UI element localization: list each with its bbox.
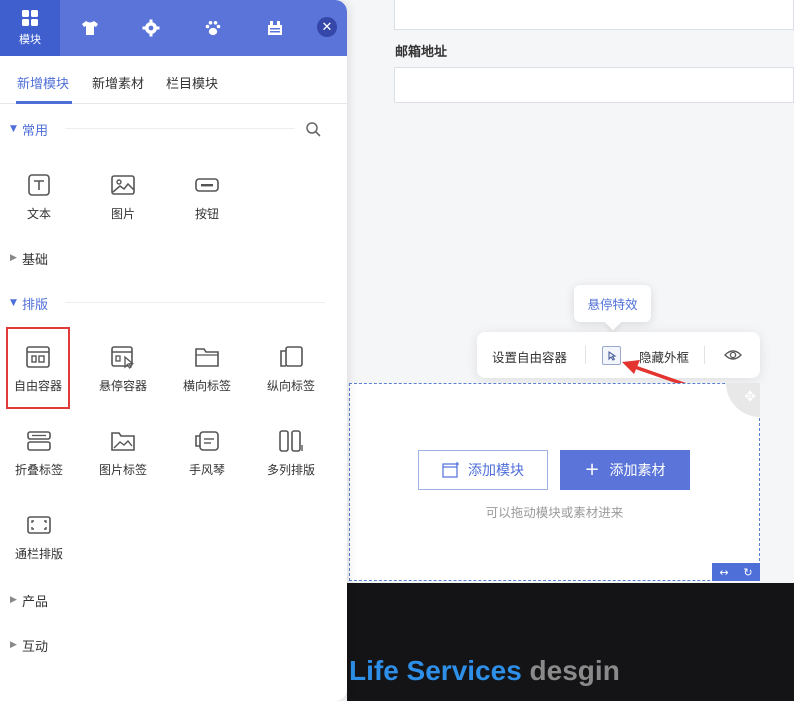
tab-modules[interactable]: 模块 xyxy=(0,0,60,56)
close-icon[interactable]: ✕ xyxy=(317,17,337,37)
module-item-free-container[interactable]: 自由容器 xyxy=(6,327,70,409)
full-width-icon xyxy=(27,516,51,534)
caret-right-icon: ▶ xyxy=(10,595,17,605)
rotate-icon[interactable]: ↻ xyxy=(743,566,752,579)
caret-right-icon: ▶ xyxy=(10,640,17,650)
tab-new-material[interactable]: 新增素材 xyxy=(92,73,144,92)
module-item-label: 自由容器 xyxy=(13,379,62,393)
category-interaction[interactable]: ▶ 互动 xyxy=(10,635,48,655)
hover-container-icon xyxy=(111,346,135,369)
module-item-label: 横向标签 xyxy=(182,379,231,393)
module-item-accordion[interactable]: 手风琴 xyxy=(173,419,241,489)
module-item-label: 文本 xyxy=(26,207,51,221)
tab-new-module[interactable]: 新增模块 xyxy=(17,73,69,92)
category-basic[interactable]: ▶ 基础 xyxy=(10,248,48,268)
button-icon xyxy=(195,178,219,192)
tab-settings[interactable] xyxy=(121,0,181,56)
multi-column-icon xyxy=(279,430,303,452)
module-item-label: 多列排版 xyxy=(266,463,315,477)
add-material-button[interactable]: + 添加素材 xyxy=(560,450,690,490)
category-divider xyxy=(65,128,295,129)
module-item-label: 图片标签 xyxy=(98,463,147,477)
module-item-label: 悬停容器 xyxy=(98,379,147,393)
module-item-label: 按钮 xyxy=(194,207,219,221)
module-item-text[interactable]: 文本 xyxy=(5,163,73,233)
category-common[interactable]: ▼ 常用 xyxy=(10,119,48,139)
add-module-label: 添加模块 xyxy=(468,463,524,479)
tab-pets[interactable] xyxy=(183,0,243,56)
sub-tab-bar: 新增模块 新增素材 栏目模块 xyxy=(0,56,347,104)
tooltip-text: 悬停特效 xyxy=(587,297,638,312)
module-item-image-tabs[interactable]: 图片标签 xyxy=(89,419,157,489)
move-handle[interactable]: ✥ xyxy=(726,383,760,417)
caret-down-icon: ▼ xyxy=(10,298,17,308)
tab-tools[interactable] xyxy=(245,0,305,56)
email-input[interactable] xyxy=(394,67,794,103)
text-icon xyxy=(28,174,50,196)
image-icon xyxy=(111,175,135,195)
panel-header: 模块 ✕ xyxy=(0,0,347,56)
eye-icon[interactable] xyxy=(724,347,742,363)
footer-slogan-rest: desgin xyxy=(521,655,620,686)
caret-down-icon: ▼ xyxy=(10,124,17,134)
tools-icon xyxy=(268,21,282,35)
set-free-container-button[interactable]: 设置自由容器 xyxy=(492,347,567,366)
caret-right-icon: ▶ xyxy=(10,253,17,263)
module-item-multi-column[interactable]: 多列排版 xyxy=(257,419,325,489)
accordion-icon xyxy=(195,431,219,451)
add-material-label: 添加素材 xyxy=(609,463,666,479)
footer-slogan-highlight: Life Services xyxy=(349,655,522,686)
free-container[interactable]: ✥ xyxy=(349,383,760,581)
module-item-full-width[interactable]: 通栏排版 xyxy=(5,503,73,573)
gear-icon xyxy=(142,19,160,37)
module-item-label: 手风琴 xyxy=(188,463,225,477)
module-item-collapse-tabs[interactable]: 折叠标签 xyxy=(5,419,73,489)
move-icon: ✥ xyxy=(744,389,756,405)
container-controls: ↔ ↻ xyxy=(712,563,760,581)
free-container-icon xyxy=(26,346,50,368)
module-item-image[interactable]: 图片 xyxy=(89,163,157,233)
search-icon[interactable] xyxy=(305,121,321,137)
module-item-button[interactable]: 按钮 xyxy=(173,163,241,233)
paw-icon xyxy=(205,21,221,36)
toolbar-divider xyxy=(585,346,586,364)
module-item-label: 图片 xyxy=(110,207,135,221)
module-item-label: 纵向标签 xyxy=(266,379,315,393)
horizontal-tabs-icon xyxy=(195,348,219,367)
tab-modules-label: 模块 xyxy=(19,33,41,46)
module-panel: 模块 ✕ 新增模块 新增素材 栏目模块 ▼ 常用 文本 图片 按钮 ▶ 基础 ▼… xyxy=(0,0,347,701)
category-layout[interactable]: ▼ 排版 xyxy=(10,293,48,313)
hover-effect-tooltip: 悬停特效 xyxy=(574,285,651,322)
category-layout-label: 排版 xyxy=(22,297,49,313)
plus-icon: + xyxy=(584,459,600,480)
module-item-horizontal-tabs[interactable]: 横向标签 xyxy=(173,335,241,405)
resize-horizontal-icon[interactable]: ↔ xyxy=(719,566,728,579)
module-item-label: 通栏排版 xyxy=(14,547,63,561)
category-basic-label: 基础 xyxy=(22,252,49,268)
tab-style[interactable] xyxy=(60,0,120,56)
category-divider xyxy=(65,302,325,303)
module-item-vertical-tabs[interactable]: 纵向标签 xyxy=(257,335,325,405)
email-label: 邮箱地址 xyxy=(395,45,448,60)
module-item-hover-container[interactable]: 悬停容器 xyxy=(89,335,157,405)
shirt-icon xyxy=(82,21,98,35)
drag-hint: 可以拖动模块或素材进来 xyxy=(485,505,624,520)
active-tab-indicator xyxy=(16,101,72,104)
collapse-tabs-icon xyxy=(27,431,51,451)
form-input-top[interactable] xyxy=(394,0,794,30)
category-product-label: 产品 xyxy=(22,594,49,610)
grid-icon xyxy=(22,10,38,26)
footer-slogan: Life Services desgin xyxy=(349,655,620,687)
category-common-label: 常用 xyxy=(22,123,49,139)
add-window-icon xyxy=(442,462,459,478)
vertical-tabs-icon xyxy=(280,346,303,367)
module-item-label: 折叠标签 xyxy=(14,463,63,477)
category-product[interactable]: ▶ 产品 xyxy=(10,590,48,610)
image-tabs-icon xyxy=(111,432,135,451)
add-module-button[interactable]: 添加模块 xyxy=(418,450,548,490)
page-footer: Life Services desgin xyxy=(347,583,794,701)
category-interaction-label: 互动 xyxy=(22,639,49,655)
tab-column-module[interactable]: 栏目模块 xyxy=(166,73,218,92)
